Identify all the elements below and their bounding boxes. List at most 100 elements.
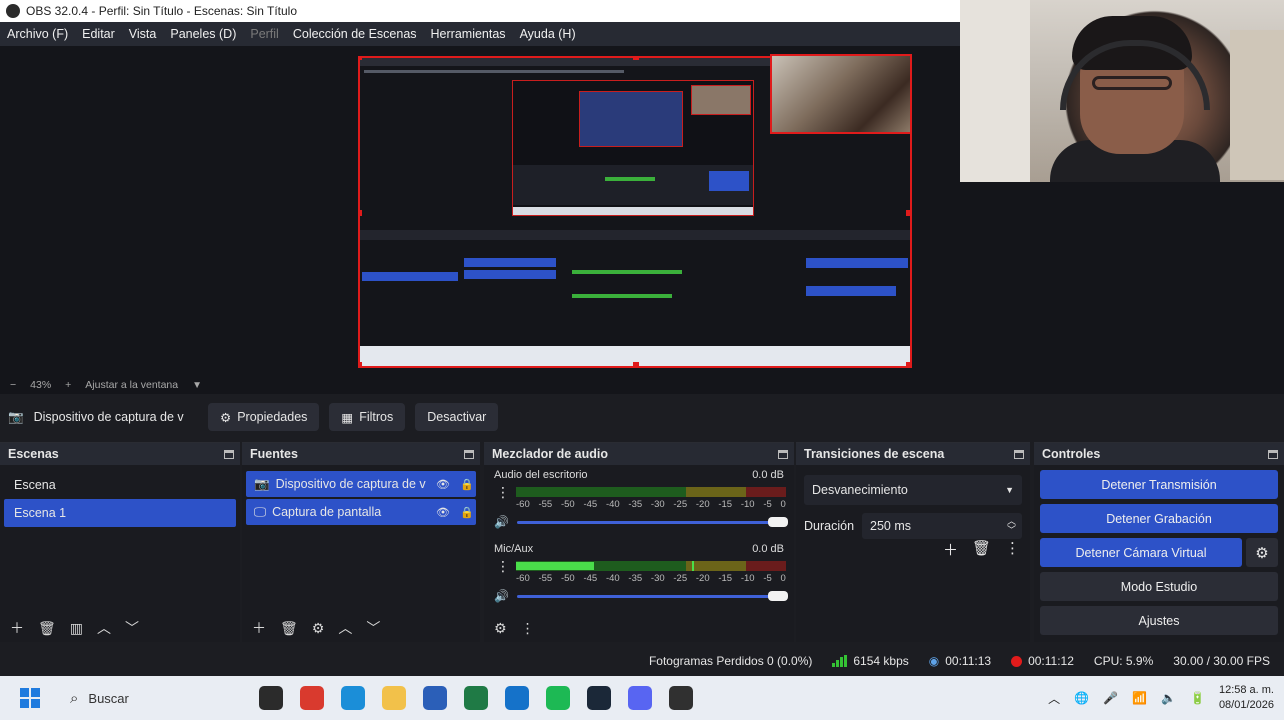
menu-paneles[interactable]: Paneles (D) (170, 27, 236, 41)
channel-menu-icon[interactable]: ⋮ (496, 485, 510, 499)
taskbar-app-spotify[interactable] (537, 680, 578, 716)
undock-icon[interactable] (464, 449, 474, 459)
filter-icon: ▦ (341, 410, 354, 425)
clock[interactable]: 12:58 a. m. 08/01/2026 (1219, 683, 1274, 713)
chevron-up-icon[interactable]: ︿ (338, 618, 352, 638)
menu-ayuda[interactable]: Ayuda (H) (520, 27, 576, 41)
channel-db: 0.0 dB (752, 469, 784, 481)
taskbar-app-discord[interactable] (619, 680, 660, 716)
trash-icon[interactable]: 🗑 (38, 620, 56, 637)
network-icon[interactable]: 🌐 (1074, 691, 1089, 705)
webcam-feed (960, 0, 1284, 182)
taskbar-app-edge[interactable] (332, 680, 373, 716)
search-icon: ⌕ (70, 689, 79, 707)
start-button[interactable] (0, 688, 60, 708)
advanced-audio-icon[interactable]: ⚙ (494, 620, 507, 637)
volume-slider[interactable] (516, 516, 788, 527)
taskbar-app-obs[interactable] (660, 680, 701, 716)
filters-button[interactable]: ▦ Filtros (329, 403, 406, 431)
speaker-icon[interactable]: 🔊 (494, 589, 509, 603)
menu-vista[interactable]: Vista (129, 27, 157, 41)
trash-icon[interactable]: 🗑 (972, 539, 991, 560)
undock-icon[interactable] (1014, 449, 1024, 459)
menu-editar[interactable]: Editar (82, 27, 115, 41)
properties-button[interactable]: ⚙ Propiedades (208, 403, 320, 431)
taskbar-app-excel[interactable] (455, 680, 496, 716)
scene-item-selected[interactable]: Escena 1 (4, 499, 236, 527)
undock-icon[interactable] (224, 449, 234, 459)
lock-icon[interactable]: 🔒 (458, 478, 476, 491)
volume-slider[interactable] (516, 590, 788, 601)
source-item[interactable]: 📷 Dispositivo de captura de v 👁 🔒 (246, 471, 476, 497)
meter-tick: -45 (583, 573, 598, 584)
trash-icon[interactable]: 🗑 (280, 620, 298, 637)
taskbar-app-chrome[interactable] (291, 680, 332, 716)
menu-archivo[interactable]: Archivo (F) (7, 27, 68, 41)
undock-icon[interactable] (778, 449, 788, 459)
taskbar-app-folder[interactable] (373, 680, 414, 716)
chevron-down-icon[interactable]: ﹀ (125, 618, 139, 638)
selected-source-label: Dispositivo de captura de v (33, 410, 184, 424)
broadcast-icon: ◉ (928, 654, 940, 668)
taskbar-search[interactable]: ⌕ Buscar (60, 683, 250, 713)
studio-mode-button[interactable]: Modo Estudio (1040, 572, 1278, 601)
channel-name: Audio del escritorio (494, 469, 588, 481)
camera-icon: 📷 (8, 409, 24, 424)
fit-to-window-label: Ajustar a la ventana (85, 379, 179, 391)
add-icon[interactable]: ＋ (10, 618, 24, 638)
spin-arrows-icon[interactable]: ︿ ﹀ (1007, 517, 1016, 535)
taskbar-app-word[interactable] (414, 680, 455, 716)
volume-knob[interactable] (768, 516, 788, 527)
undock-icon[interactable] (1268, 449, 1278, 459)
deactivate-button[interactable]: Desactivar (415, 403, 499, 431)
taskbar-app-outlook[interactable] (496, 680, 537, 716)
mic-icon[interactable]: 🎤 (1103, 691, 1118, 705)
more-options-icon[interactable]: ⋮ (1005, 539, 1020, 560)
transition-select[interactable]: Desvanecimiento ▼ (804, 475, 1022, 505)
meter-tick: -20 (695, 573, 710, 584)
taskbar-app-file-explorer-dark[interactable] (250, 680, 291, 716)
channel-db: 0.0 dB (752, 543, 784, 555)
duration-value: 250 ms (870, 519, 912, 533)
meter-tick: -60 (516, 573, 530, 584)
chevron-up-icon[interactable]: ︿ (97, 618, 111, 638)
filter-icon[interactable]: ▥ (70, 620, 83, 637)
taskbar-app-steam[interactable] (578, 680, 619, 716)
meter-tick: -60 (516, 499, 530, 510)
sources-dock: Fuentes 📷 Dispositivo de captura de v 👁 … (242, 442, 480, 642)
menu-herramientas[interactable]: Herramientas (431, 27, 506, 41)
stop-stream-button[interactable]: Detener Transmisión (1040, 470, 1278, 499)
wifi-icon[interactable]: 📶 (1132, 691, 1147, 705)
fit-dropdown-icon[interactable]: ▼ (192, 380, 202, 391)
source-item[interactable]: 🖵 Captura de pantalla 👁 🔒 (246, 499, 476, 525)
gear-icon[interactable]: ⚙ (312, 620, 325, 637)
meter-tick: -40 (605, 499, 620, 510)
webcam-source-preview[interactable] (770, 54, 912, 134)
scenes-dock: Escenas Escena Escena 1 ＋ 🗑 ▥ ︿ ﹀ (0, 442, 240, 642)
meter-tick: -20 (695, 499, 710, 510)
stop-virtual-camera-button[interactable]: Detener Cámara Virtual (1040, 538, 1242, 567)
chevron-up-icon[interactable]: ︿ (1048, 690, 1060, 707)
speaker-icon[interactable]: 🔊 (494, 515, 509, 529)
more-options-icon[interactable]: ⋮ (521, 620, 535, 637)
virtual-camera-settings-gear-icon[interactable]: ⚙ (1246, 538, 1278, 567)
meter-tick: 0 (780, 573, 786, 584)
meter-fill (516, 562, 594, 570)
scene-item[interactable]: Escena (4, 471, 236, 499)
channel-menu-icon[interactable]: ⋮ (496, 559, 510, 573)
duration-spinbox[interactable]: 250 ms ︿ ﹀ (862, 513, 1022, 539)
chevron-down-icon[interactable]: ﹀ (366, 618, 380, 638)
zoom-out-button[interactable]: − (10, 379, 16, 391)
menu-coleccion-escenas[interactable]: Colección de Escenas (293, 27, 417, 41)
zoom-in-button[interactable]: + (65, 379, 71, 391)
volume-icon[interactable]: 🔈 (1161, 691, 1176, 705)
lock-icon[interactable]: 🔒 (458, 506, 476, 519)
add-icon[interactable]: ＋ (943, 539, 958, 560)
battery-icon[interactable]: 🔋 (1190, 691, 1205, 705)
eye-icon[interactable]: 👁 (434, 506, 452, 519)
eye-icon[interactable]: 👁 (434, 478, 452, 491)
volume-knob[interactable] (768, 590, 788, 601)
add-icon[interactable]: ＋ (252, 618, 266, 638)
settings-button[interactable]: Ajustes (1040, 606, 1278, 635)
stop-recording-button[interactable]: Detener Grabación (1040, 504, 1278, 533)
